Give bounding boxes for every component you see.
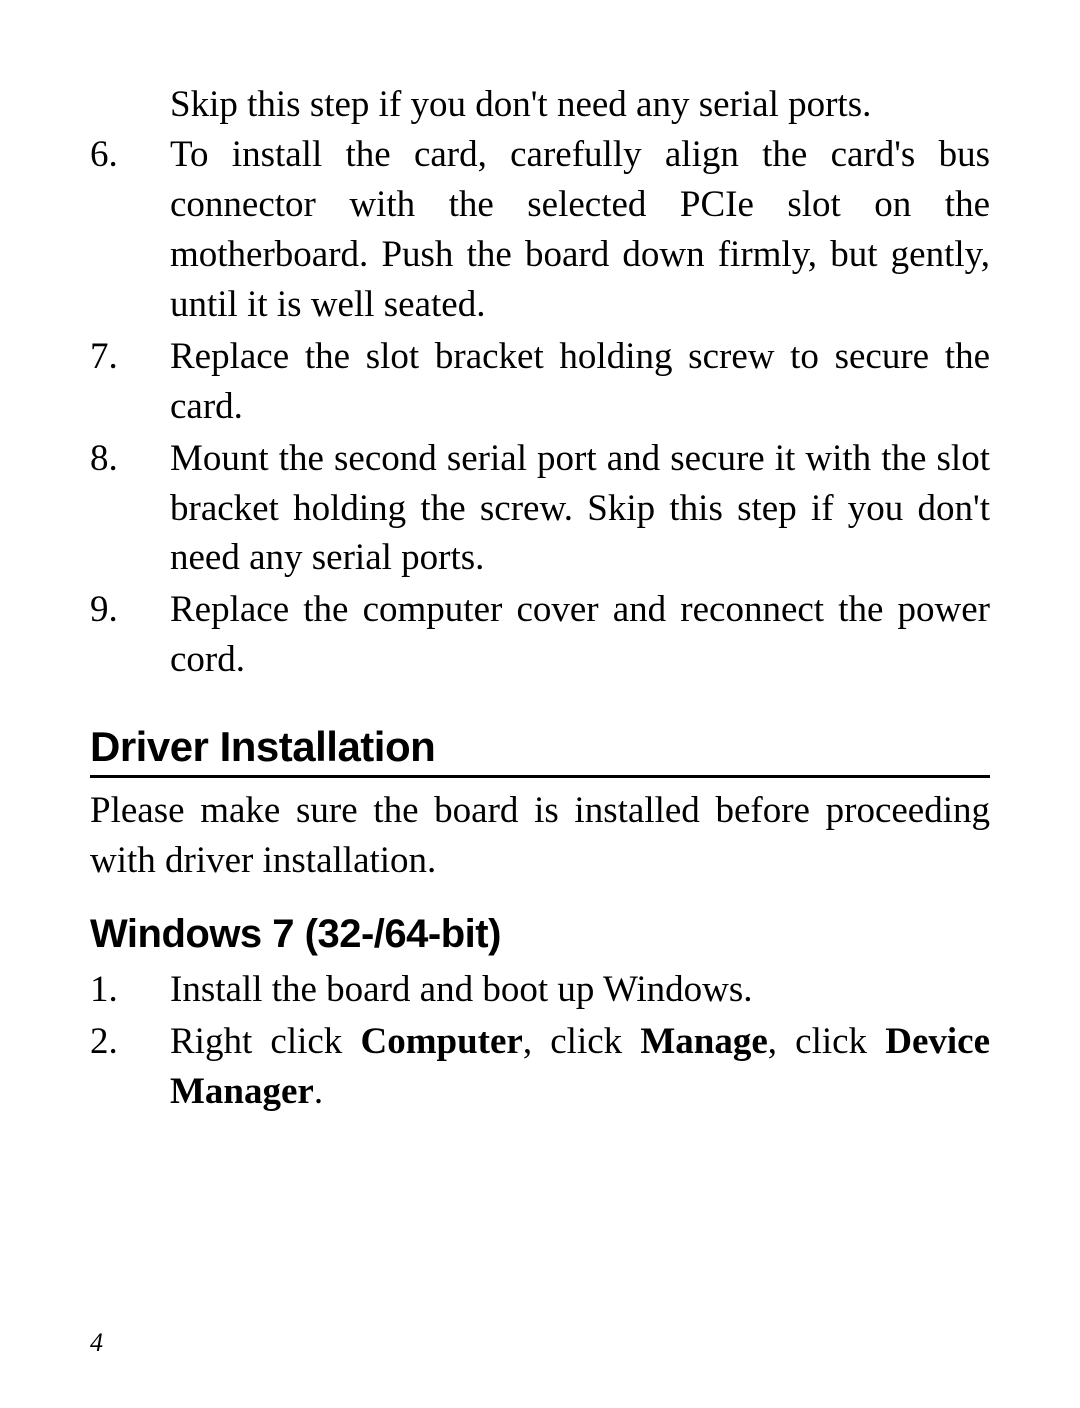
list-item: 2. Right click Computer, click Manage, c… (90, 1017, 990, 1117)
step-number: 6. (90, 130, 170, 330)
bold-manage: Manage (640, 1021, 767, 1062)
text-fragment: , click (523, 1021, 640, 1062)
list-item: 6. To install the card, carefully align … (90, 130, 990, 330)
subheading-windows7: Windows 7 (32-/64-bit) (90, 912, 990, 957)
step-number: 2. (90, 1017, 170, 1117)
text-fragment: , click (768, 1021, 885, 1062)
step-text: Replace the slot bracket holding screw t… (170, 332, 990, 432)
step-number: 9. (90, 585, 170, 685)
step-text: Right click Computer, click Manage, clic… (170, 1017, 990, 1117)
step-text: Install the board and boot up Windows. (170, 965, 990, 1015)
step-text: Mount the second serial port and secure … (170, 434, 990, 584)
step-number: 8. (90, 434, 170, 584)
list-item: 7. Replace the slot bracket holding scre… (90, 332, 990, 432)
text-fragment: Right click (170, 1021, 360, 1062)
driver-steps-list: 1. Install the board and boot up Windows… (90, 965, 990, 1117)
list-item: 9. Replace the computer cover and reconn… (90, 585, 990, 685)
list-item: 1. Install the board and boot up Windows… (90, 965, 990, 1015)
section-intro: Please make sure the board is installed … (90, 786, 990, 886)
step-text: To install the card, carefully align the… (170, 130, 990, 330)
text-fragment: . (314, 1071, 323, 1112)
heading-rule (90, 775, 990, 778)
document-page: Skip this step if you don't need any ser… (0, 0, 1080, 1408)
section-heading-driver-installation: Driver Installation (90, 723, 990, 771)
step-number: 1. (90, 965, 170, 1015)
hardware-steps-list: 6. To install the card, carefully align … (90, 130, 990, 685)
step-continuation: Skip this step if you don't need any ser… (170, 80, 990, 130)
step-text: Replace the computer cover and reconnect… (170, 585, 990, 685)
bold-computer: Computer (360, 1021, 522, 1062)
step-number: 7. (90, 332, 170, 432)
list-item: 8. Mount the second serial port and secu… (90, 434, 990, 584)
page-number: 4 (90, 1328, 103, 1358)
